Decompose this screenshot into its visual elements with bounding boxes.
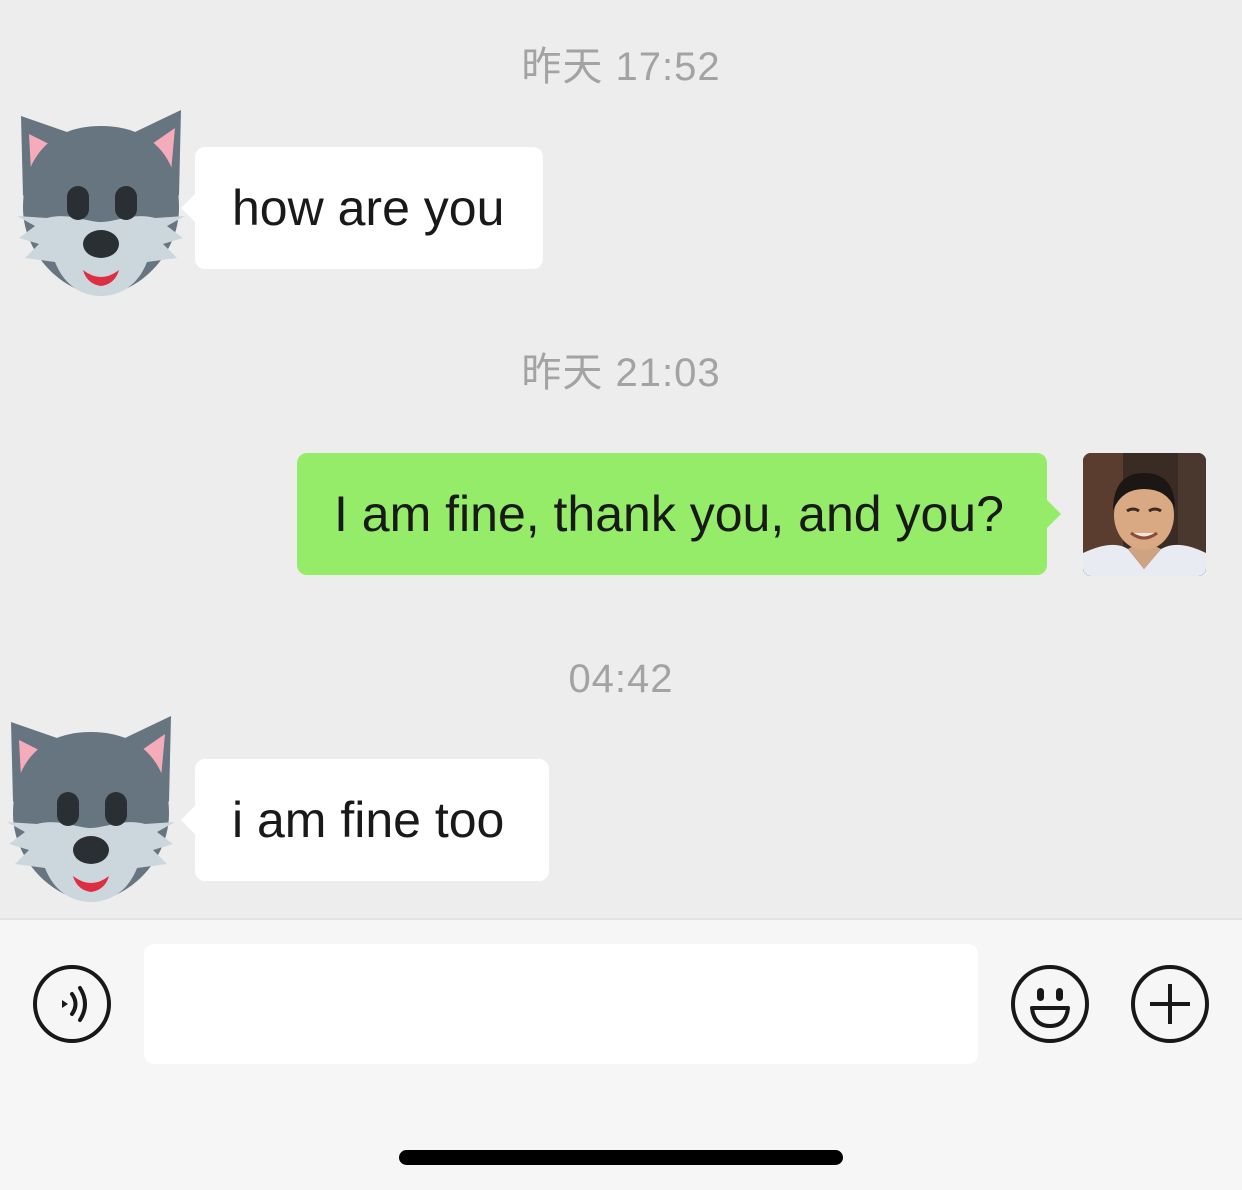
voice-icon[interactable] — [32, 964, 112, 1044]
wolf-face-icon[interactable] — [15, 108, 187, 298]
message-bubble-incoming[interactable]: i am fine too — [181, 759, 549, 881]
message-text: I am fine, thank you, and you? — [334, 486, 1004, 542]
emoji-icon[interactable] — [1010, 964, 1090, 1044]
message-text: how are you — [232, 180, 505, 236]
plus-icon[interactable] — [1130, 964, 1210, 1044]
composer-bar — [0, 918, 1242, 1190]
home-indicator — [399, 1150, 843, 1165]
message-bubble-incoming[interactable]: how are you — [181, 147, 543, 269]
message-bubble-outgoing[interactable]: I am fine, thank you, and you? — [297, 453, 1061, 575]
user-avatar[interactable] — [1083, 453, 1206, 576]
timestamp: 昨天 21:03 — [521, 351, 721, 395]
message-input[interactable] — [144, 944, 978, 1064]
chat-area[interactable]: 昨天 17:52 how are you 昨天 21:03 I am fine,… — [0, 0, 1242, 918]
timestamp: 04:42 — [568, 657, 674, 701]
timestamp: 昨天 17:52 — [521, 45, 721, 89]
wolf-face-icon[interactable] — [5, 714, 177, 904]
message-text: i am fine too — [232, 792, 505, 848]
